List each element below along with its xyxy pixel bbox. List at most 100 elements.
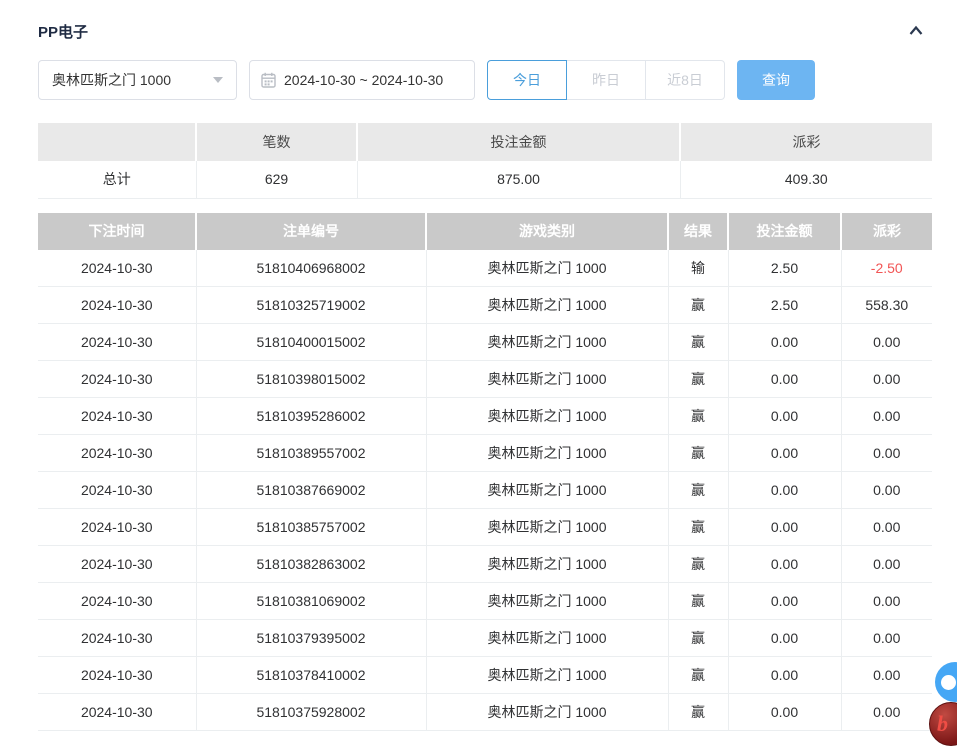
range-button-today[interactable]: 今日 [487, 60, 567, 100]
payout: 0.00 [841, 546, 932, 583]
detail-header-game-type: 游戏类别 [426, 213, 668, 250]
game-name: 奥林匹斯之门 1000 [426, 287, 668, 324]
result: 赢 [668, 583, 728, 620]
filter-bar: 奥林匹斯之门 1000 2024-10-30 ~ 2024-10-30 [38, 60, 932, 100]
brand-logo-letter: b [937, 711, 948, 737]
bet-number: 51810400015002 [196, 324, 426, 361]
bet-number: 51810385757002 [196, 509, 426, 546]
bet-amount: 0.00 [728, 620, 841, 657]
game-select-value: 奥林匹斯之门 1000 [52, 70, 171, 90]
bet-number: 51810379395002 [196, 620, 426, 657]
bet-number: 51810375928002 [196, 694, 426, 731]
payout: 558.30 [841, 287, 932, 324]
bet-time: 2024-10-30 [38, 583, 196, 620]
page-title: PP电子 [38, 21, 88, 42]
bet-number: 51810381069002 [196, 583, 426, 620]
detail-header-bet-amount: 投注金额 [728, 213, 841, 250]
records-panel: PP电子 奥林匹斯之门 1000 [0, 0, 932, 731]
detail-header-row: 下注时间 注单编号 游戏类别 结果 投注金额 派彩 [38, 213, 932, 250]
payout: 0.00 [841, 620, 932, 657]
summary-header-blank [38, 123, 196, 161]
bet-time: 2024-10-30 [38, 620, 196, 657]
bet-number: 51810398015002 [196, 361, 426, 398]
payout: 0.00 [841, 583, 932, 620]
bet-amount: 0.00 [728, 324, 841, 361]
result: 输 [668, 250, 728, 287]
bet-amount: 0.00 [728, 546, 841, 583]
chevron-down-icon [213, 77, 223, 83]
payout: 0.00 [841, 509, 932, 546]
bet-amount: 0.00 [728, 435, 841, 472]
total-label: 总计 [38, 161, 196, 198]
bet-number: 51810378410002 [196, 657, 426, 694]
calendar-icon [261, 72, 276, 88]
game-name: 奥林匹斯之门 1000 [426, 583, 668, 620]
table-row: 2024-10-3051810382863002奥林匹斯之门 1000赢0.00… [38, 546, 932, 583]
game-select[interactable]: 奥林匹斯之门 1000 [38, 60, 237, 100]
summary-header-bet-amount: 投注金额 [357, 123, 680, 161]
bet-number: 51810382863002 [196, 546, 426, 583]
result: 赢 [668, 546, 728, 583]
table-row: 2024-10-3051810378410002奥林匹斯之门 1000赢0.00… [38, 657, 932, 694]
chevron-up-icon [906, 21, 926, 41]
bet-time: 2024-10-30 [38, 546, 196, 583]
bet-amount: 0.00 [728, 361, 841, 398]
game-name: 奥林匹斯之门 1000 [426, 361, 668, 398]
result: 赢 [668, 435, 728, 472]
bet-time: 2024-10-30 [38, 472, 196, 509]
payout: 0.00 [841, 398, 932, 435]
game-name: 奥林匹斯之门 1000 [426, 694, 668, 731]
brand-logo-button[interactable]: b [929, 702, 957, 746]
table-row: 2024-10-3051810379395002奥林匹斯之门 1000赢0.00… [38, 620, 932, 657]
customer-service-icon [941, 675, 956, 690]
bet-number: 51810395286002 [196, 398, 426, 435]
bet-time: 2024-10-30 [38, 509, 196, 546]
bet-amount: 0.00 [728, 398, 841, 435]
bet-time: 2024-10-30 [38, 250, 196, 287]
collapse-button[interactable] [905, 20, 927, 42]
bet-amount: 2.50 [728, 250, 841, 287]
payout: 0.00 [841, 435, 932, 472]
payout: 0.00 [841, 694, 932, 731]
game-name: 奥林匹斯之门 1000 [426, 472, 668, 509]
table-row: 2024-10-3051810325719002奥林匹斯之门 1000赢2.50… [38, 287, 932, 324]
customer-service-button[interactable] [935, 662, 957, 702]
game-name: 奥林匹斯之门 1000 [426, 546, 668, 583]
bet-time: 2024-10-30 [38, 361, 196, 398]
payout: -2.50 [841, 250, 932, 287]
result: 赢 [668, 361, 728, 398]
bet-number: 51810325719002 [196, 287, 426, 324]
summary-header-count: 笔数 [196, 123, 357, 161]
bet-time: 2024-10-30 [38, 398, 196, 435]
table-row: 2024-10-3051810385757002奥林匹斯之门 1000赢0.00… [38, 509, 932, 546]
table-row: 2024-10-3051810389557002奥林匹斯之门 1000赢0.00… [38, 435, 932, 472]
bet-amount: 0.00 [728, 509, 841, 546]
summary-header-row: 笔数 投注金额 派彩 [38, 123, 932, 161]
game-name: 奥林匹斯之门 1000 [426, 657, 668, 694]
detail-table-body: 2024-10-3051810406968002奥林匹斯之门 1000输2.50… [38, 250, 932, 731]
result: 赢 [668, 694, 728, 731]
detail-header-payout: 派彩 [841, 213, 932, 250]
search-button[interactable]: 查询 [737, 60, 815, 100]
result: 赢 [668, 398, 728, 435]
result: 赢 [668, 620, 728, 657]
total-payout: 409.30 [680, 161, 932, 198]
summary-total-row: 总计 629 875.00 409.30 [38, 161, 932, 198]
range-button-last8days[interactable]: 近8日 [645, 60, 725, 100]
bet-amount: 0.00 [728, 583, 841, 620]
total-count: 629 [196, 161, 357, 198]
summary-table: 笔数 投注金额 派彩 总计 629 875.00 409.30 [38, 123, 932, 199]
payout: 0.00 [841, 324, 932, 361]
bet-time: 2024-10-30 [38, 657, 196, 694]
result: 赢 [668, 324, 728, 361]
range-button-yesterday[interactable]: 昨日 [566, 60, 646, 100]
table-row: 2024-10-3051810381069002奥林匹斯之门 1000赢0.00… [38, 583, 932, 620]
date-range-input[interactable]: 2024-10-30 ~ 2024-10-30 [249, 60, 475, 100]
total-bet-amount: 875.00 [357, 161, 680, 198]
detail-table: 下注时间 注单编号 游戏类别 结果 投注金额 派彩 2024-10-305181… [38, 213, 932, 732]
detail-header-bet-number: 注单编号 [196, 213, 426, 250]
table-row: 2024-10-3051810395286002奥林匹斯之门 1000赢0.00… [38, 398, 932, 435]
game-name: 奥林匹斯之门 1000 [426, 509, 668, 546]
bet-time: 2024-10-30 [38, 435, 196, 472]
quick-range-group: 今日 昨日 近8日 [487, 60, 725, 100]
